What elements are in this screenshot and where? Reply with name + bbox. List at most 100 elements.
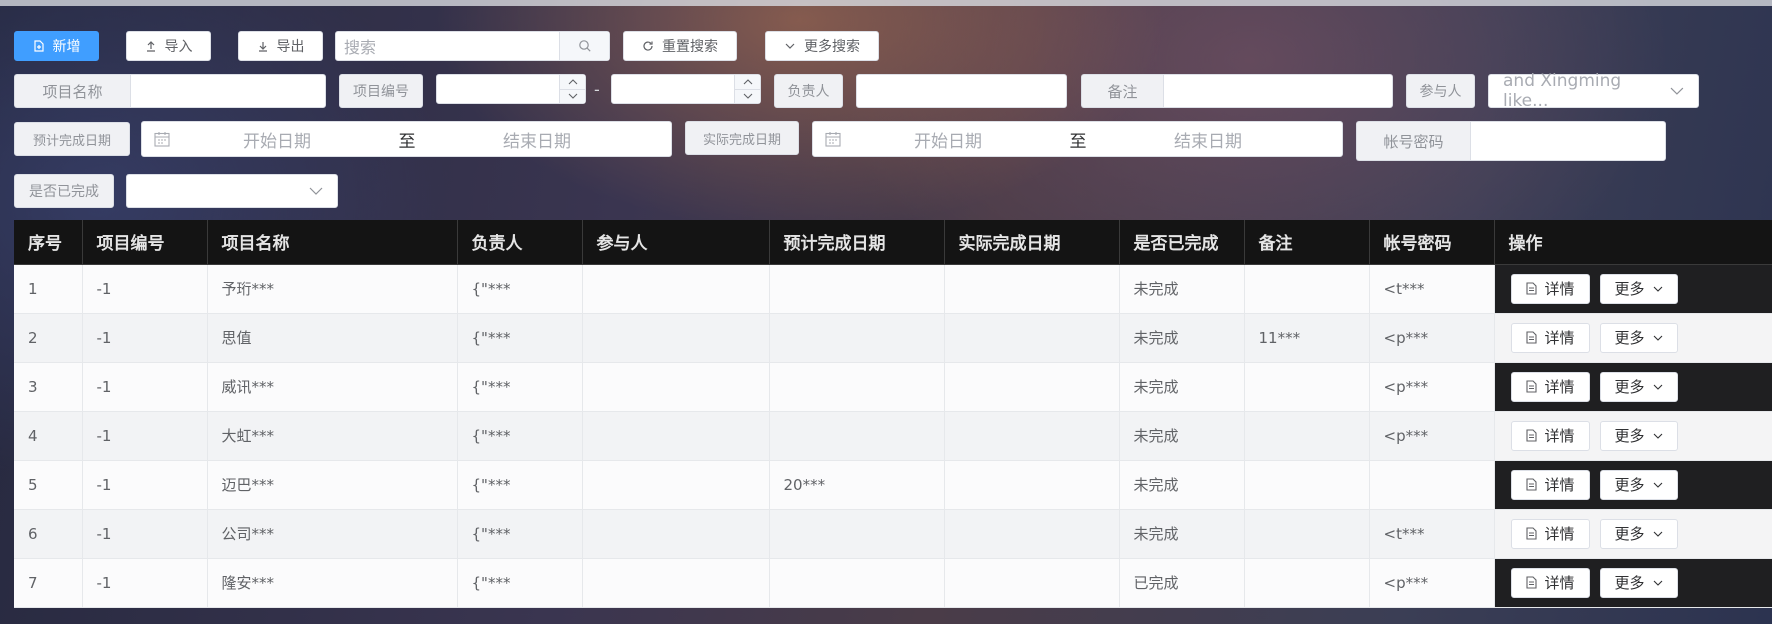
refresh-icon <box>643 41 653 51</box>
owner-input[interactable] <box>856 74 1067 108</box>
cell-actions: 详情 更多 <box>1494 558 1772 608</box>
column-header[interactable]: 参与人 <box>582 220 770 265</box>
cell-project-name: 迈巴*** <box>207 460 458 510</box>
detail-button-label: 详情 <box>1544 476 1575 494</box>
import-button[interactable]: 导入 <box>126 31 211 61</box>
cell-completed-status: 未完成 <box>1119 411 1245 461</box>
search-input[interactable]: 搜索 <box>335 31 610 61</box>
increase-icon[interactable] <box>560 75 585 90</box>
project-no-label: 项目编号 <box>339 74 423 108</box>
cell-owner: {"*** <box>457 509 583 559</box>
remark-input[interactable] <box>1163 74 1393 108</box>
detail-button[interactable]: 详情 <box>1510 518 1590 549</box>
planned-end-placeholder[interactable]: 结束日期 <box>442 127 632 152</box>
cell-actual-date <box>944 460 1120 510</box>
actual-date-range[interactable]: 开始日期 至 结束日期 <box>812 121 1343 157</box>
cell-project-code: -1 <box>82 264 208 314</box>
calendar-icon <box>813 130 853 148</box>
cell-actions: 详情 更多 <box>1494 509 1772 559</box>
detail-button-label: 详情 <box>1544 378 1575 396</box>
more-actions-button[interactable]: 更多 <box>1599 469 1678 500</box>
cell-owner: {"*** <box>457 558 583 608</box>
planned-date-range[interactable]: 开始日期 至 结束日期 <box>141 121 672 157</box>
project-name-label: 项目名称 <box>14 74 130 108</box>
project-no-min-input[interactable] <box>436 74 586 104</box>
detail-button[interactable]: 详情 <box>1510 567 1590 598</box>
decrease-icon[interactable] <box>735 89 760 103</box>
column-header[interactable]: 是否已完成 <box>1119 220 1245 265</box>
detail-button-label: 详情 <box>1544 329 1575 347</box>
detail-button[interactable]: 详情 <box>1510 273 1590 304</box>
download-icon <box>258 42 267 52</box>
planned-date-label: 预计完成日期 <box>14 122 130 156</box>
cell-account: <t*** <box>1369 509 1495 559</box>
more-actions-button[interactable]: 更多 <box>1599 371 1678 402</box>
cell-row-index: 6 <box>14 509 83 559</box>
cell-owner: {"*** <box>457 362 583 412</box>
more-actions-button[interactable]: 更多 <box>1599 273 1678 304</box>
reset-search-button[interactable]: 重置搜索 <box>623 31 737 61</box>
upload-icon <box>146 41 155 52</box>
cell-account: <p*** <box>1369 362 1495 412</box>
cell-actions: 详情 更多 <box>1494 411 1772 461</box>
cell-participant <box>582 264 770 314</box>
search-placeholder: 搜索 <box>344 38 377 57</box>
participant-select[interactable]: and Xingming like... <box>1488 71 1699 111</box>
column-header[interactable]: 项目编号 <box>82 220 208 265</box>
cell-project-code: -1 <box>82 313 208 363</box>
actual-start-placeholder[interactable]: 开始日期 <box>853 127 1043 152</box>
more-actions-button[interactable]: 更多 <box>1599 322 1678 353</box>
column-header[interactable]: 预计完成日期 <box>769 220 945 265</box>
export-button[interactable]: 导出 <box>238 31 323 61</box>
detail-button-label: 详情 <box>1544 427 1575 445</box>
actual-date-label: 实际完成日期 <box>685 121 799 155</box>
projects-table: 序号 项目编号 项目名称 负责人 参与人 预计完成日期 实际完成日期 是否已完成… <box>14 220 1772 608</box>
column-header[interactable]: 帐号密码 <box>1369 220 1495 265</box>
more-button-label: 更多 <box>1614 574 1645 592</box>
more-search-button[interactable]: 更多搜索 <box>765 31 879 61</box>
chevron-down-icon <box>1653 286 1662 292</box>
column-header[interactable]: 项目名称 <box>207 220 458 265</box>
cell-planned-date <box>769 264 945 314</box>
cell-account: <p*** <box>1369 411 1495 461</box>
detail-button-label: 详情 <box>1544 574 1575 592</box>
decrease-icon[interactable] <box>560 89 585 103</box>
cell-actual-date <box>944 509 1120 559</box>
cell-project-code: -1 <box>82 411 208 461</box>
cell-completed-status: 已完成 <box>1119 558 1245 608</box>
more-actions-button[interactable]: 更多 <box>1599 420 1678 451</box>
actual-end-placeholder[interactable]: 结束日期 <box>1113 127 1303 152</box>
more-actions-button[interactable]: 更多 <box>1599 518 1678 549</box>
table-row: 6 -1 公司*** {"*** 未完成 <t*** 详情 更多 <box>14 509 1772 559</box>
increase-icon[interactable] <box>735 75 760 90</box>
search-icon[interactable] <box>559 32 609 60</box>
cell-participant <box>582 362 770 412</box>
detail-button[interactable]: 详情 <box>1510 322 1590 353</box>
remark-filter: 备注 <box>1081 74 1393 108</box>
detail-button[interactable]: 详情 <box>1510 371 1590 402</box>
cell-project-name: 大虹*** <box>207 411 458 461</box>
cell-project-name: 思值 <box>207 313 458 363</box>
column-header[interactable]: 实际完成日期 <box>944 220 1120 265</box>
table-header-row: 序号 项目编号 项目名称 负责人 参与人 预计完成日期 实际完成日期 是否已完成… <box>14 220 1772 265</box>
account-input[interactable] <box>1470 121 1666 161</box>
column-header[interactable]: 备注 <box>1244 220 1370 265</box>
planned-start-placeholder[interactable]: 开始日期 <box>182 127 372 152</box>
table-row: 2 -1 思值 {"*** 未完成 11*** <p*** 详情 更多 <box>14 313 1772 363</box>
column-header[interactable]: 序号 <box>14 220 83 265</box>
project-name-input[interactable] <box>130 74 326 108</box>
detail-button[interactable]: 详情 <box>1510 420 1590 451</box>
cell-remark <box>1244 362 1370 412</box>
completed-select[interactable] <box>126 174 338 208</box>
cell-completed-status: 未完成 <box>1119 460 1245 510</box>
add-button[interactable]: 新增 <box>14 31 99 61</box>
column-header[interactable]: 负责人 <box>457 220 583 265</box>
detail-button[interactable]: 详情 <box>1510 469 1590 500</box>
more-actions-button[interactable]: 更多 <box>1599 567 1678 598</box>
cell-account: <p*** <box>1369 558 1495 608</box>
cell-account: <t*** <box>1369 264 1495 314</box>
cell-project-name: 予珩*** <box>207 264 458 314</box>
project-no-max-input[interactable] <box>611 74 761 104</box>
cell-participant <box>582 460 770 510</box>
document-icon <box>1525 576 1537 589</box>
